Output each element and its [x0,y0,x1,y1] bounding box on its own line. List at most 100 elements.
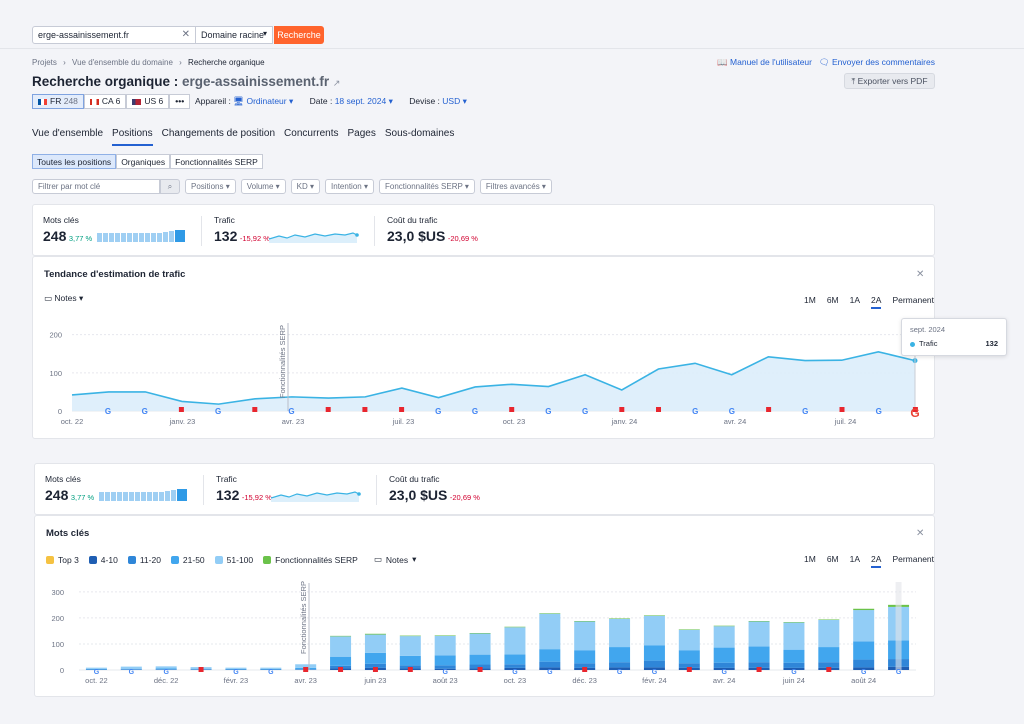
legend-item[interactable]: 21-50 [170,554,205,565]
keywords-metric[interactable]: Mots clés 248 3,77 % [43,215,92,244]
x-tick-label: août 24 [851,676,876,685]
range-2a[interactable]: 2A [871,554,882,568]
google-update-icon: G [142,407,148,416]
notes-dropdown[interactable]: ▭ Notes ▾ [374,554,417,565]
bar-segment [399,635,421,637]
database-us[interactable]: US 6 [126,94,170,109]
range-selector: 1M 6M 1A 2A Permanent [804,554,934,568]
more-databases-button[interactable]: ••• [169,94,191,109]
tooltip-series: Trafic [919,339,938,348]
range-1a[interactable]: 1A [850,295,860,309]
legend-item[interactable]: 11-20 [127,554,161,565]
currency-label: Devise : [409,96,443,106]
legend-item[interactable]: 4-10 [88,554,118,565]
flag-icon [362,407,368,412]
range-1m[interactable]: 1M [804,554,816,568]
notes-dropdown[interactable]: ▭ Notes ▾ [44,293,83,304]
device-select[interactable]: 🖥 Ordinateur ▾ [233,96,293,106]
range-1a[interactable]: 1A [850,554,860,568]
metric-value: 248 [45,487,69,503]
range-permanent[interactable]: Permanent [892,295,934,309]
user-manual-link[interactable]: 📖 Manuel de l'utilisateur [717,57,812,68]
search-icon[interactable]: ⌕ [160,179,180,194]
bar-segment [469,654,491,665]
clear-icon[interactable]: ✕ [182,29,190,40]
metric-delta: -20,69 % [449,493,480,502]
scope-select[interactable]: Domaine racine ▾ [195,26,273,44]
tab-subdomains[interactable]: Sous-domaines [385,128,454,146]
subtab-serp-features[interactable]: Fonctionnalités SERP [170,154,263,169]
bar-segment [504,654,526,665]
breadcrumb-item[interactable]: Vue d'ensemble du domaine [72,58,173,67]
subtab-organic[interactable]: Organiques [116,154,171,169]
keyword-filter-input[interactable]: Filtrer par mot clé [32,179,160,194]
flag-icon [338,667,344,672]
x-tick-label: juil. 23 [392,417,415,426]
search-button[interactable]: Recherche [274,26,324,44]
serp-marker-label: Fonctionnalités SERP [299,581,308,654]
range-6m[interactable]: 6M [827,554,839,568]
google-update-icon: G [442,669,448,676]
filter-volume[interactable]: Volume ▾ [240,179,286,194]
filter-label: Fonctionnalités SERP [384,182,463,191]
flag-icon [509,407,515,412]
legend-item[interactable]: 51-100 [214,554,253,565]
database-fr[interactable]: FR 248 [32,94,84,109]
currency-select[interactable]: USD ▾ [442,96,467,106]
tab-positions[interactable]: Positions [112,128,153,146]
range-2a[interactable]: 2A [871,295,882,309]
tab-position-changes[interactable]: Changements de position [162,128,275,146]
metric-label: Coût du trafic [387,215,438,225]
close-icon[interactable]: ✕ [916,269,924,280]
filter-kd[interactable]: KD ▾ [290,179,321,194]
traffic-cost-metric[interactable]: Coût du trafic 23,0 $US -20,69 % [387,215,478,244]
domain-search-input[interactable]: erge-assainissement.fr ✕ [32,26,196,44]
bar-segment [818,619,840,648]
filter-intent[interactable]: Intention ▾ [325,179,374,194]
device-label: Appareil : [195,96,234,106]
tab-overview[interactable]: Vue d'ensemble [32,128,103,146]
subtab-all-positions[interactable]: Toutes les positions [32,154,117,169]
export-pdf-button[interactable]: ⤒ Exporter vers PDF [844,73,935,89]
close-icon[interactable]: ✕ [916,528,924,539]
checkbox-icon [214,555,223,564]
db-code: CA [101,96,114,106]
flag-icon [325,407,331,412]
filter-serp-features[interactable]: Fonctionnalités SERP ▾ [378,179,475,194]
breadcrumb-item[interactable]: Projets [32,58,57,67]
traffic-cost-metric[interactable]: Coût du trafic 23,0 $US -20,69 % [389,474,480,503]
tab-pages[interactable]: Pages [348,128,376,146]
divider [376,475,377,505]
keywords-metric[interactable]: Mots clés 248 3,77 % [45,474,94,503]
filter-advanced[interactable]: Filtres avancés ▾ [479,179,552,194]
database-ca[interactable]: CA 6 [83,94,127,109]
range-permanent[interactable]: Permanent [892,554,934,568]
traffic-metric[interactable]: Trafic 132 -15,92 % [216,474,272,503]
range-6m[interactable]: 6M [827,295,839,309]
position-type-tabs: Toutes les positions Organiques Fonction… [32,154,263,169]
x-tick-label: déc. 22 [154,676,179,685]
google-update-icon: G [129,669,135,676]
series-dot-icon [910,341,915,347]
monitor-icon: 🖥 [233,96,245,106]
google-update-icon: G [268,669,274,676]
filter-bar: Filtrer par mot clé ⌕ Positions ▾ Volume… [32,179,552,194]
divider [201,216,202,246]
range-1m[interactable]: 1M [804,295,816,309]
traffic-metric[interactable]: Trafic 132 -15,92 % [214,215,270,244]
x-tick-label: janv. 24 [611,417,638,426]
send-feedback-link[interactable]: 🗨 Envoyer des commentaires [819,57,935,68]
checkbox-icon [263,555,272,564]
flag-icon [477,667,483,672]
user-manual-label: Manuel de l'utilisateur [730,57,812,67]
tab-competitors[interactable]: Concurrents [284,128,338,146]
legend-item[interactable]: Fonctionnalités SERP [263,554,358,565]
external-link-icon[interactable]: ↗ [333,78,341,88]
x-tick-label: juil. 24 [834,417,857,426]
filter-positions[interactable]: Positions ▾ [185,179,236,194]
date-select[interactable]: 18 sept. 2024 ▾ [335,96,393,106]
legend-item[interactable]: Top 3 [46,554,79,565]
bar-segment [364,634,386,653]
notes-icon: ▭ [44,293,53,303]
bar-segment [574,621,596,651]
